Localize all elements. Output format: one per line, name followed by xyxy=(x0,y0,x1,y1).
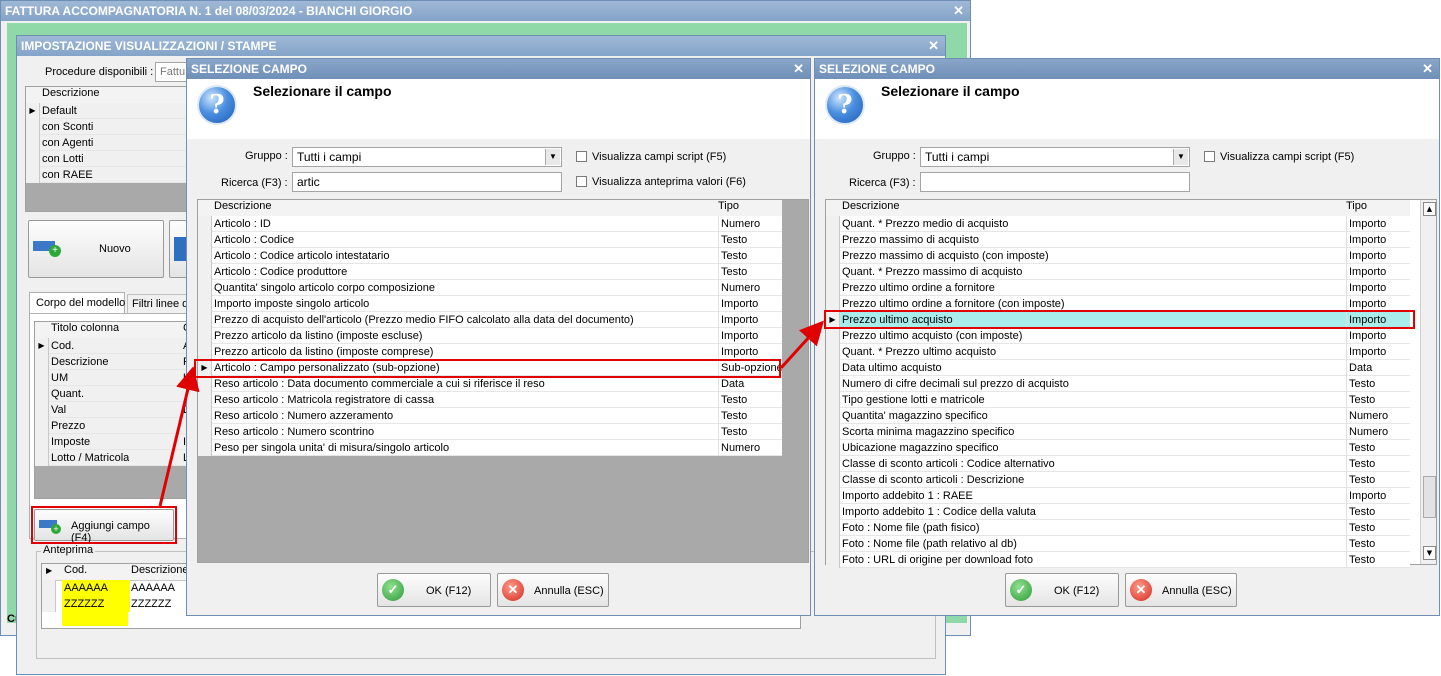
arrow-field-to-sub xyxy=(779,320,825,370)
arrow-add-to-field xyxy=(158,366,200,507)
annotation-arrows xyxy=(158,320,825,507)
